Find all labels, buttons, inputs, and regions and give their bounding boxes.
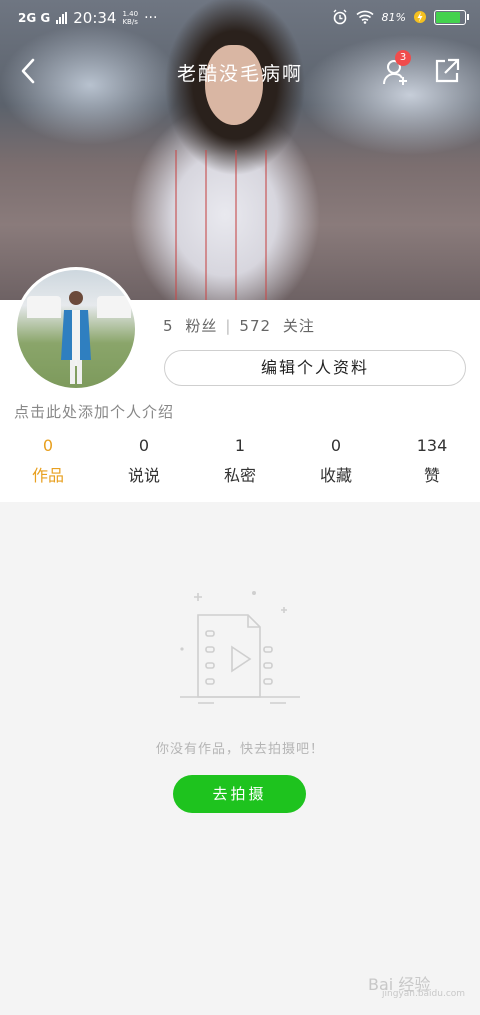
avatar-bg-tent: [27, 296, 61, 318]
fans-follow-summary[interactable]: 5 粉丝 | 572 关注: [163, 315, 315, 336]
tab-likes-label: 赞: [423, 466, 440, 485]
signal-indicator: 2G G: [18, 11, 51, 25]
watermark-logo: Bai 经验 jingyan.baidu.com: [368, 963, 466, 1003]
tab-works-count: 0: [42, 436, 54, 455]
cover-photo[interactable]: [0, 0, 480, 300]
status-bar: 2G G 20:34 1.40 KB/s ··· 81%: [0, 0, 480, 36]
signal-bars-icon: [56, 12, 68, 24]
tab-private[interactable]: 1 私密: [200, 436, 280, 486]
tab-private-label: 私密: [223, 466, 256, 485]
go-shoot-button[interactable]: 去拍摄: [173, 775, 306, 813]
tab-private-count: 1: [234, 436, 246, 455]
divider: |: [225, 317, 232, 335]
alarm-icon: [333, 9, 347, 25]
top-nav: 老酷没毛病啊 3: [0, 50, 480, 94]
tab-posts-label: 说说: [127, 466, 160, 485]
tab-favorites[interactable]: 0 收藏: [296, 436, 376, 486]
more-notifications-icon: ···: [144, 10, 158, 26]
stats-tabs: 0 作品 0 说说 1 私密 0 收藏 134 赞: [0, 436, 480, 490]
share-icon[interactable]: [434, 58, 460, 84]
battery-percent: 81%: [381, 10, 406, 24]
tab-favorites-count: 0: [330, 436, 342, 455]
tab-works-label: 作品: [31, 466, 64, 485]
tab-favorites-label: 收藏: [319, 466, 352, 485]
network-speed: 1.40 KB/s: [122, 10, 139, 26]
battery-icon: [434, 9, 469, 25]
cover-photo-stripe: [205, 150, 207, 300]
watermark-sub: jingyan.baidu.com: [382, 989, 466, 999]
follow-count: 572: [239, 317, 272, 335]
tab-likes-count: 134: [416, 436, 448, 455]
cover-photo-stripe: [175, 150, 177, 300]
tab-posts[interactable]: 0 说说: [104, 436, 184, 486]
tab-likes[interactable]: 134 赞: [392, 436, 472, 486]
charging-icon: [414, 11, 426, 23]
avatar-person: [61, 291, 91, 384]
empty-video-icon: [180, 591, 300, 704]
follow-label: 关注: [282, 317, 315, 335]
fans-count: 5: [163, 317, 174, 335]
fans-label: 粉丝: [185, 317, 218, 335]
cover-photo-stripe: [235, 150, 237, 300]
add-intro-link[interactable]: 点击此处添加个人介绍: [14, 401, 174, 422]
tab-posts-count: 0: [138, 436, 150, 455]
edit-profile-button[interactable]: 编辑个人资料: [164, 350, 466, 386]
avatar[interactable]: [14, 267, 138, 391]
notification-badge: 3: [395, 50, 411, 66]
wifi-icon: [356, 10, 374, 24]
cover-photo-stripe: [265, 150, 267, 300]
tab-works[interactable]: 0 作品: [8, 436, 88, 486]
avatar-bg-tent: [97, 296, 131, 318]
empty-message: 你没有作品，快去拍摄吧！: [155, 742, 324, 757]
clock: 20:34: [73, 9, 117, 27]
